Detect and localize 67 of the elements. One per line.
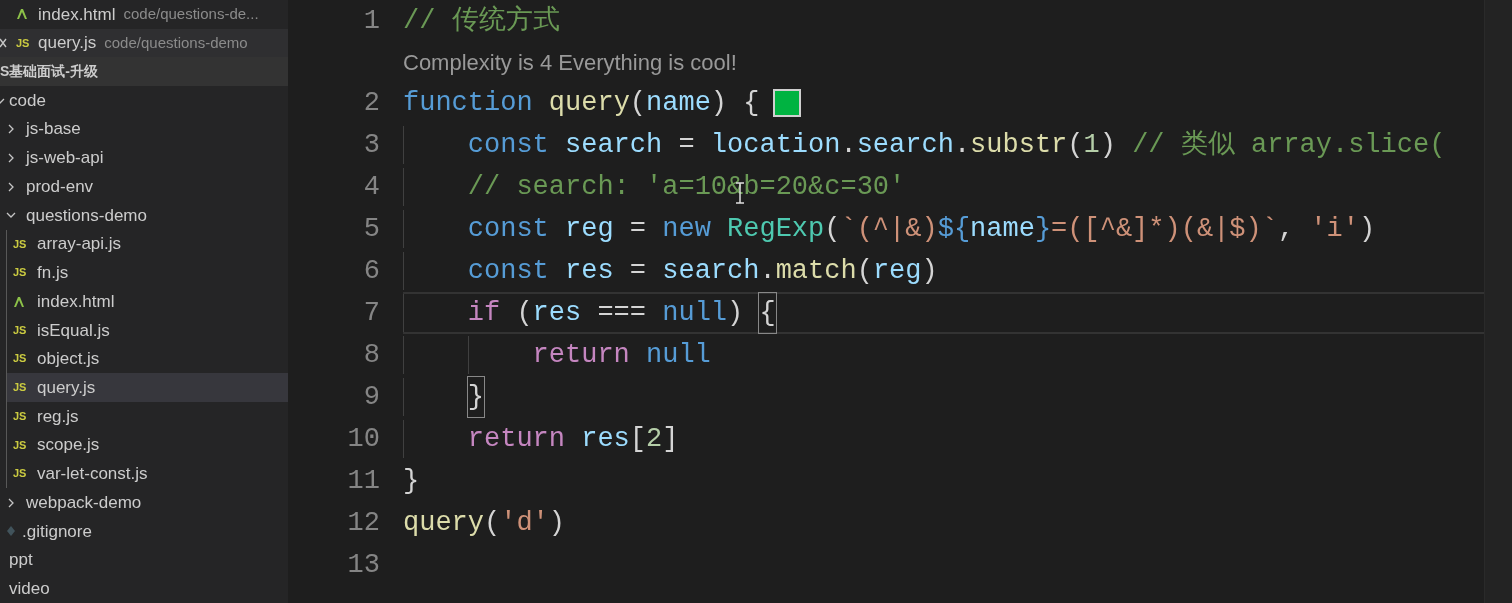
code-line: // 传统方式 bbox=[403, 4, 561, 38]
line-number: 7 bbox=[362, 296, 380, 330]
tree-item[interactable]: JS query.js bbox=[6, 373, 288, 403]
line-number: 3 bbox=[362, 128, 380, 162]
color-swatch[interactable] bbox=[773, 89, 802, 117]
line-number: 10 bbox=[346, 422, 380, 456]
tree-item[interactable]: JS scope.js bbox=[6, 430, 288, 460]
js-file-icon: JS bbox=[16, 37, 34, 49]
js-file-icon: JS bbox=[13, 382, 31, 394]
code-line: return null bbox=[403, 334, 1484, 376]
line-number: 6 bbox=[362, 254, 380, 288]
open-editor-item[interactable]: JS query.js code/questions-demo bbox=[0, 28, 288, 58]
file-name: index.html bbox=[38, 3, 116, 26]
js-file-icon: JS bbox=[13, 439, 31, 451]
js-file-icon: JS bbox=[13, 267, 31, 279]
code-line: function query(name) { bbox=[403, 82, 1484, 124]
js-file-icon: JS bbox=[13, 468, 31, 480]
chevron-right-icon bbox=[6, 497, 16, 508]
code-line: return res[2] bbox=[403, 418, 1484, 460]
tree-item[interactable]: js-web-api bbox=[0, 143, 288, 173]
file-path: code/questions-demo bbox=[104, 32, 248, 53]
tree-item[interactable]: prod-env bbox=[0, 172, 288, 202]
tree-item[interactable]: .gitignore bbox=[0, 516, 288, 546]
tree-item[interactable]: JS isEqual.js bbox=[6, 315, 288, 345]
tree-item[interactable]: js-base bbox=[0, 114, 288, 144]
html-file-icon bbox=[13, 295, 25, 308]
tree-item[interactable]: JS reg.js bbox=[6, 402, 288, 431]
line-number: 12 bbox=[346, 506, 380, 540]
code-line: const res = search.match(reg) bbox=[403, 250, 1484, 292]
close-icon[interactable] bbox=[0, 37, 8, 50]
line-number: 8 bbox=[362, 338, 380, 372]
line-number: 11 bbox=[346, 464, 380, 498]
open-editor-item[interactable]: index.html code/questions-de... bbox=[0, 0, 288, 29]
tree-item[interactable]: JS fn.js bbox=[6, 258, 288, 288]
chevron-right-icon bbox=[6, 124, 16, 135]
file-path: code/questions-de... bbox=[123, 4, 259, 25]
js-file-icon: JS bbox=[13, 324, 31, 336]
code-line: const search = location.search.substr(1) // 类似 array.slice( bbox=[403, 124, 1484, 166]
file-name: query.js bbox=[38, 32, 97, 55]
tree-item[interactable]: webpack-demo bbox=[0, 488, 288, 517]
line-number: 2 bbox=[362, 86, 380, 120]
js-file-icon: JS bbox=[13, 410, 31, 422]
line-number: 9 bbox=[362, 380, 380, 414]
tree-item[interactable]: code bbox=[0, 86, 288, 115]
chevron-right-icon bbox=[6, 152, 16, 163]
line-number: 5 bbox=[362, 212, 380, 246]
tree-item[interactable]: ppt bbox=[0, 545, 288, 575]
tree-item[interactable]: JS array-api.js bbox=[6, 229, 288, 259]
code-line: const reg = new RegExp(`(^|&)${name}=([^&]*)(&|$)`, 'i') bbox=[403, 208, 1484, 250]
html-file-icon bbox=[16, 8, 28, 21]
js-file-icon: JS bbox=[13, 353, 31, 365]
tree-item[interactable]: index.html bbox=[6, 287, 288, 316]
codelens[interactable]: Complexity is 4 Everything is cool! bbox=[403, 42, 1484, 82]
tree-item[interactable]: questions-demo bbox=[0, 201, 288, 230]
code-line: if (res === null) { bbox=[403, 292, 1484, 334]
chevron-right-icon bbox=[6, 181, 16, 192]
line-number: 4 bbox=[362, 170, 380, 204]
explorer-header[interactable]: S基础面试-升级 bbox=[0, 57, 288, 87]
line-number: 13 bbox=[346, 548, 380, 582]
code-line: } bbox=[403, 376, 1484, 418]
diamond-icon bbox=[6, 525, 16, 538]
code-line: } bbox=[403, 464, 421, 498]
js-file-icon: JS bbox=[13, 238, 31, 250]
line-number: 1 bbox=[362, 4, 380, 38]
code-line: query('d') bbox=[403, 506, 567, 540]
tree-item[interactable]: JS var-let-const.js bbox=[6, 459, 288, 489]
tree-item[interactable]: video bbox=[0, 574, 288, 603]
